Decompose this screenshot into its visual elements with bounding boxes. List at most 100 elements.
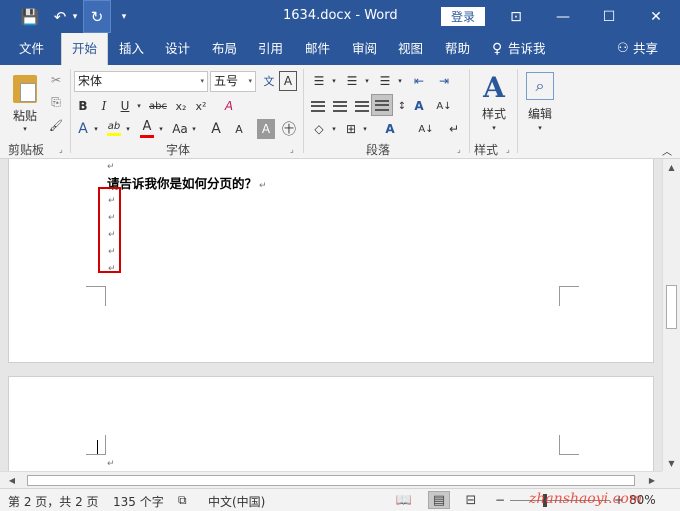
underline-icon[interactable]: U bbox=[116, 96, 134, 116]
tab-view[interactable]: 视图 bbox=[398, 33, 423, 65]
text-effects-dropdown-icon[interactable]: ▾ bbox=[92, 119, 100, 139]
paste-icon[interactable] bbox=[8, 71, 42, 107]
copy-icon[interactable]: ⎘ bbox=[46, 93, 66, 111]
borders-dropdown-icon[interactable]: ▾ bbox=[361, 119, 369, 139]
superscript-icon[interactable]: x² bbox=[192, 96, 210, 116]
document-area[interactable]: ↵ 请告诉我你是如何分页的？ ↵ ↵ ↵ ↵ ↵ ↵ ↵ bbox=[0, 159, 662, 471]
font-name-combo[interactable]: 宋体 ▾ bbox=[74, 71, 208, 92]
tab-layout[interactable]: 布局 bbox=[212, 33, 237, 65]
bullets-icon[interactable]: ☰ bbox=[308, 71, 330, 91]
numbering-dropdown-icon[interactable]: ▾ bbox=[363, 71, 371, 91]
align-left-icon[interactable] bbox=[308, 96, 328, 116]
subscript-icon[interactable]: x₂ bbox=[172, 96, 190, 116]
editing-dropdown-icon[interactable]: ▾ bbox=[533, 122, 547, 134]
clear-formatting-icon[interactable]: A bbox=[219, 96, 239, 116]
scroll-up-icon[interactable]: ▲ bbox=[663, 159, 680, 175]
sort-icon[interactable]: A↓ bbox=[434, 96, 454, 116]
close-icon[interactable]: ✕ bbox=[633, 0, 679, 33]
increase-indent-icon[interactable]: ⇥ bbox=[434, 71, 454, 91]
shading-dropdown-icon[interactable]: ▾ bbox=[330, 119, 338, 139]
shrink-font-icon[interactable]: A bbox=[230, 119, 248, 139]
change-case-dropdown-icon[interactable]: ▾ bbox=[190, 119, 198, 139]
vertical-scroll-thumb[interactable] bbox=[666, 285, 677, 329]
tab-review[interactable]: 审阅 bbox=[352, 33, 377, 65]
chinese-layout-icon[interactable]: A bbox=[409, 96, 429, 116]
horizontal-scrollbar[interactable]: ◀ ▶ bbox=[0, 471, 662, 488]
zoom-out-icon[interactable]: − bbox=[495, 493, 505, 507]
proofing-icon[interactable]: ⧉ bbox=[178, 493, 187, 508]
bullets-dropdown-icon[interactable]: ▾ bbox=[330, 71, 338, 91]
show-marks-icon[interactable]: ↵ bbox=[445, 119, 463, 139]
justify-icon[interactable] bbox=[371, 94, 393, 116]
tab-help[interactable]: 帮助 bbox=[445, 33, 470, 65]
maximize-icon[interactable]: ☐ bbox=[586, 0, 632, 33]
clipboard-launcher-icon[interactable]: ⌟ bbox=[59, 145, 63, 154]
language-indicator[interactable]: 中文(中国) bbox=[208, 493, 265, 510]
decrease-indent-icon[interactable]: ⇤ bbox=[409, 71, 429, 91]
change-case-icon[interactable]: Aa bbox=[170, 119, 190, 139]
share-button[interactable]: 共享 bbox=[633, 33, 658, 65]
line-spacing-icon[interactable]: ↕ bbox=[395, 96, 409, 116]
document-text-line[interactable]: 请告诉我你是如何分页的？ ↵ bbox=[107, 173, 267, 192]
editing-icon[interactable]: ⌕ bbox=[525, 71, 555, 101]
tab-insert[interactable]: 插入 bbox=[119, 33, 144, 65]
borders-icon[interactable]: ⊞ bbox=[341, 119, 361, 139]
customize-quick-access-icon[interactable]: ▾ bbox=[117, 0, 131, 33]
horizontal-scroll-thumb[interactable] bbox=[27, 475, 635, 486]
font-launcher-icon[interactable]: ⌟ bbox=[290, 145, 294, 154]
ribbon-display-options-icon[interactable]: ⊡ bbox=[493, 0, 539, 33]
asian-typography-icon[interactable]: A bbox=[379, 119, 401, 139]
font-color-icon[interactable]: A bbox=[137, 117, 157, 139]
text-effects-icon[interactable]: A bbox=[74, 119, 92, 139]
page-count[interactable]: 第 2 页，共 2 页 bbox=[8, 493, 99, 510]
tab-home[interactable]: 开始 bbox=[61, 33, 109, 66]
styles-dropdown-icon[interactable]: ▾ bbox=[487, 122, 501, 134]
align-right-icon[interactable] bbox=[352, 96, 372, 116]
styles-button[interactable]: 样式 bbox=[477, 105, 511, 121]
paste-dropdown-icon[interactable]: ▾ bbox=[18, 123, 32, 135]
font-color-dropdown-icon[interactable]: ▾ bbox=[157, 119, 165, 139]
person-icon[interactable]: ⚇ bbox=[617, 33, 629, 65]
read-mode-icon[interactable]: 📖 bbox=[393, 491, 415, 509]
tell-me-search[interactable]: 告诉我 bbox=[508, 33, 546, 65]
vertical-scrollbar[interactable]: ▲ ▼ bbox=[662, 159, 680, 471]
tab-file[interactable]: 文件 bbox=[19, 33, 44, 65]
character-shading-icon[interactable]: A bbox=[257, 119, 275, 139]
word-count[interactable]: 135 个字 bbox=[113, 493, 164, 510]
shading-icon[interactable]: ◇ bbox=[308, 119, 330, 139]
scroll-left-icon[interactable]: ◀ bbox=[4, 472, 20, 488]
character-border-icon[interactable]: A bbox=[279, 71, 297, 91]
redo-icon[interactable]: ↻ bbox=[83, 0, 111, 33]
underline-dropdown-icon[interactable]: ▾ bbox=[135, 96, 143, 116]
distributed-align-icon[interactable]: A↓ bbox=[415, 119, 437, 139]
paragraph-launcher-icon[interactable]: ⌟ bbox=[457, 145, 461, 154]
undo-dropdown-icon[interactable]: ▾ bbox=[70, 0, 80, 33]
multilevel-list-icon[interactable]: ☰ bbox=[374, 71, 396, 91]
font-size-combo[interactable]: 五号 ▾ bbox=[210, 71, 256, 92]
phonetic-guide-icon[interactable]: 文 bbox=[259, 71, 279, 91]
strikethrough-icon[interactable]: abc bbox=[146, 96, 170, 116]
multilevel-dropdown-icon[interactable]: ▾ bbox=[396, 71, 404, 91]
save-icon[interactable]: 💾 bbox=[18, 0, 42, 33]
styles-launcher-icon[interactable]: ⌟ bbox=[506, 145, 510, 154]
collapse-ribbon-icon[interactable]: ︿ bbox=[660, 143, 674, 158]
scroll-right-icon[interactable]: ▶ bbox=[644, 472, 660, 488]
scroll-down-icon[interactable]: ▼ bbox=[663, 455, 680, 471]
tab-mailings[interactable]: 邮件 bbox=[305, 33, 330, 65]
grow-font-icon[interactable]: A bbox=[207, 119, 225, 139]
login-button[interactable]: 登录 bbox=[441, 7, 485, 26]
bold-icon[interactable]: B bbox=[74, 96, 92, 116]
highlight-dropdown-icon[interactable]: ▾ bbox=[124, 119, 132, 139]
editing-button[interactable]: 编辑 bbox=[523, 105, 557, 121]
numbering-icon[interactable]: ☰ bbox=[341, 71, 363, 91]
tab-design[interactable]: 设计 bbox=[165, 33, 190, 65]
page-1[interactable]: ↵ 请告诉我你是如何分页的？ ↵ ↵ ↵ ↵ ↵ ↵ bbox=[8, 159, 654, 363]
page-2[interactable]: ↵ bbox=[8, 376, 654, 471]
format-painter-icon[interactable]: 🖌 bbox=[46, 116, 66, 134]
enclose-characters-icon[interactable]: ㊉ bbox=[279, 119, 299, 139]
minimize-icon[interactable]: — bbox=[540, 0, 586, 33]
italic-icon[interactable]: I bbox=[95, 96, 113, 116]
paste-button[interactable]: 粘贴 bbox=[8, 107, 42, 123]
tab-references[interactable]: 引用 bbox=[258, 33, 283, 65]
web-layout-icon[interactable]: ⊟ bbox=[460, 491, 482, 509]
